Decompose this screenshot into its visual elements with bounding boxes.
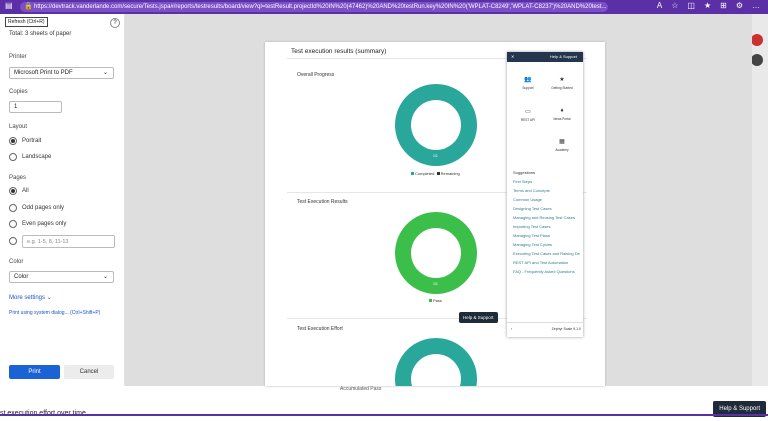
suggestion-link[interactable]: First Steps xyxy=(513,179,532,184)
color-value: Color xyxy=(14,274,29,280)
getting-started-tile[interactable]: ★ Getting Started xyxy=(547,76,577,90)
execution-results-donut: 1/1 xyxy=(395,212,477,294)
page-title: Test execution results (summary) xyxy=(291,48,387,55)
legend-item: Remaining xyxy=(440,171,460,176)
portrait-label: Portrait xyxy=(22,138,42,144)
color-label: Color xyxy=(9,259,24,265)
help-panel-header: ✕ Help & Support xyxy=(507,52,583,62)
chart-legend: Completed Remaining xyxy=(411,171,460,176)
printer-value: Microsoft Print to PDF xyxy=(14,70,73,76)
pages-even-radio[interactable] xyxy=(9,220,17,228)
overall-progress-donut: 1/1 xyxy=(395,84,477,166)
landscape-radio[interactable] xyxy=(9,153,17,161)
suggestion-link[interactable]: Common Usage xyxy=(513,197,542,202)
suggestion-link[interactable]: Managing Test Cycles xyxy=(513,242,552,247)
section-title: Overall Progress xyxy=(297,72,335,78)
favorites-icon[interactable]: ★ xyxy=(704,1,711,10)
donut-value: 1/1 xyxy=(433,154,438,158)
ideas-portal-tile[interactable]: ♦ Ideas Portal xyxy=(547,108,577,121)
extensions-icon[interactable]: ⚙ xyxy=(736,1,743,10)
read-aloud-icon[interactable]: A xyxy=(657,1,662,10)
pages-label: Pages xyxy=(9,175,27,181)
more-settings-label: More settings xyxy=(9,295,46,301)
pages-all-label: All xyxy=(22,188,29,194)
copies-label: Copies xyxy=(9,89,28,95)
favorite-icon[interactable]: ☆ xyxy=(671,1,678,10)
copies-input[interactable]: 1 xyxy=(9,101,62,113)
pages-odd-label: Odd pages only xyxy=(22,205,65,211)
browser-toolbar: ▤ 🔒 https://devtrack.vanderlande.com/sec… xyxy=(0,0,768,14)
donut-value: 1/1 xyxy=(433,282,438,286)
execution-effort-donut xyxy=(395,338,477,386)
suggestion-link[interactable]: Executing Test Cases and Raising De xyxy=(513,251,580,256)
star-icon: ★ xyxy=(559,77,565,83)
sheet-total: Total: 3 sheets of paper xyxy=(9,31,72,37)
legend-item: Pass xyxy=(433,298,442,303)
suggestion-link[interactable]: Designing Test Cases xyxy=(513,206,552,211)
lock-icon: 🔒 xyxy=(24,3,33,10)
people-icon: 👥 xyxy=(524,77,532,83)
suggestion-link[interactable]: FAQ - Frequently Asked Questions xyxy=(513,269,575,274)
divider xyxy=(0,414,768,416)
app-icon[interactable] xyxy=(751,54,763,66)
suggestions-heading: Suggestions xyxy=(513,170,536,175)
more-icon[interactable]: … xyxy=(752,1,760,10)
cancel-button[interactable]: Cancel xyxy=(64,365,114,379)
help-panel-title: Help & Support xyxy=(549,54,577,59)
system-dialog-link[interactable]: Print using system dialog... (Ctrl+Shift… xyxy=(9,310,100,316)
pages-custom-radio[interactable] xyxy=(9,237,17,245)
color-select[interactable]: Color ⌄ xyxy=(9,271,114,283)
collapse-icon[interactable]: ‹ xyxy=(511,327,512,331)
collections-icon[interactable]: ⊞ xyxy=(720,1,727,10)
section-title: Test Execution Results xyxy=(297,199,348,205)
help-icon[interactable]: ? xyxy=(110,18,120,28)
browser-actions: A ☆ ◫ ★ ⊞ ⚙ … xyxy=(657,1,760,10)
menu-icon[interactable]: ▤ xyxy=(5,1,13,10)
api-icon: ▭ xyxy=(525,109,531,115)
section-title: Test Execution Effort xyxy=(297,326,343,332)
url-text: https://devtrack.vanderlande.com/secure/… xyxy=(34,4,607,10)
portrait-radio[interactable] xyxy=(9,137,17,145)
support-tile[interactable]: 👥 Support xyxy=(513,76,543,90)
refresh-tooltip: Refresh (Ctrl+R) xyxy=(5,17,48,27)
print-button[interactable]: Print xyxy=(9,365,60,379)
suggestion-link[interactable]: Importing Test Cases xyxy=(513,224,551,229)
app-icon[interactable] xyxy=(751,34,763,46)
legend-item: Accumulated xyxy=(340,386,369,392)
chart-legend: Pass xyxy=(429,298,442,303)
legend-item: Pass xyxy=(370,386,382,392)
suggestion-link[interactable]: REST API and Test Automation xyxy=(513,260,568,265)
printer-select[interactable]: Microsoft Print to PDF ⌄ xyxy=(9,67,114,79)
pages-custom-input[interactable]: e.g. 1-5, 8, 11-13 xyxy=(22,235,115,248)
suggestion-link[interactable]: Terms and Concepts xyxy=(513,188,550,193)
book-icon: ▦ xyxy=(559,139,565,145)
suggestion-link[interactable]: Managing and Reusing Test Cases xyxy=(513,215,575,220)
rest-api-tile[interactable]: ▭ REST API xyxy=(513,108,543,122)
pages-even-label: Even pages only xyxy=(22,221,67,227)
pages-all-radio[interactable] xyxy=(9,187,17,195)
landscape-label: Landscape xyxy=(22,154,52,160)
chevron-down-icon: ⌄ xyxy=(102,70,108,76)
suggestion-link[interactable]: Managing Test Plans xyxy=(513,233,550,238)
split-screen-icon[interactable]: ◫ xyxy=(687,1,695,10)
background-legend: Accumulated Pass xyxy=(340,386,381,392)
help-support-panel: ✕ Help & Support 👥 Support ★ Getting Start… xyxy=(507,52,583,337)
close-icon[interactable]: ✕ xyxy=(511,54,514,59)
print-dialog: Refresh (Ctrl+R) ? Total: 3 sheets of pa… xyxy=(0,14,752,386)
version-label: Zephyr Scale 9.1.0 xyxy=(551,327,581,331)
print-preview: Test execution results (summary) Overall… xyxy=(125,14,752,386)
printer-label: Printer xyxy=(9,54,27,60)
lightbulb-icon: ♦ xyxy=(560,108,564,114)
layout-label: Layout xyxy=(9,124,28,130)
help-panel-footer: ‹ Zephyr Scale 9.1.0 xyxy=(507,322,583,335)
academy-tile[interactable]: ▦ Academy xyxy=(547,138,577,152)
legend-item: Completed xyxy=(415,171,435,176)
address-bar[interactable]: 🔒 https://devtrack.vanderlande.com/secur… xyxy=(20,2,608,12)
more-settings-link[interactable]: More settings ⌄ xyxy=(9,294,52,301)
chevron-down-icon: ⌄ xyxy=(46,295,52,301)
chevron-down-icon: ⌄ xyxy=(102,274,108,280)
pages-odd-radio[interactable] xyxy=(9,204,17,212)
print-settings-panel: Refresh (Ctrl+R) ? Total: 3 sheets of pa… xyxy=(0,14,125,386)
help-support-button[interactable]: Help & Support xyxy=(459,312,498,323)
